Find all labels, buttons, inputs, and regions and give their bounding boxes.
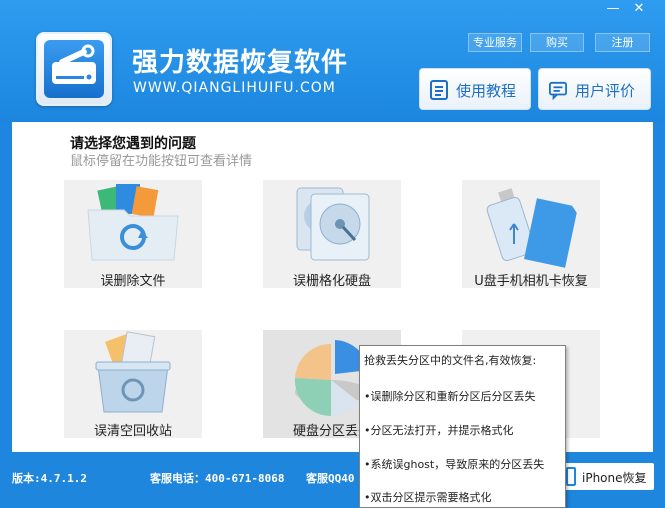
tile-recycle-bin[interactable]: 误清空回收站	[64, 330, 202, 439]
tooltip-line: •分区无法打开，并提示格式化	[364, 424, 514, 437]
tooltip-title: 抢救丢失分区中的文件名,有效恢复:	[364, 354, 537, 367]
tooltip-line: •系统误ghost，导致原来的分区丢失	[364, 458, 545, 471]
review-button-label: 用户评价	[575, 82, 636, 100]
partition-tooltip: 抢救丢失分区中的文件名,有效恢复: •误删除分区和重新分区后分区丢失 •分区无法…	[359, 345, 566, 508]
hard-disk-icon	[296, 187, 370, 261]
tooltip-line: •双击分区提示需要格式化	[364, 491, 492, 504]
minimize-button[interactable]: —	[602, 0, 624, 18]
header-bar: — ✕ 强力数据恢复软件 WWW.QIANGLIHUIFU.COM 专业服务 购…	[0, 0, 665, 122]
app-title: 强力数据恢复软件	[132, 48, 349, 78]
close-button[interactable]: ✕	[628, 0, 650, 18]
review-button[interactable]: 用户评价	[538, 68, 651, 110]
page-subheading: 鼠标停留在功能按钮可查看详情	[70, 154, 253, 169]
iphone-recovery-label: iPhone恢复	[582, 471, 647, 485]
phone-icon	[566, 467, 576, 486]
tutorial-button-label: 使用教程	[456, 82, 517, 100]
tile-formatted-disk[interactable]: 误栅格化硬盘	[263, 180, 401, 289]
hard-disk-wrench-icon	[52, 44, 96, 84]
tutorial-button[interactable]: 使用教程	[419, 68, 531, 110]
tooltip-line: •误删除分区和重新分区后分区丢失	[364, 390, 536, 403]
recycle-bin-icon	[95, 331, 171, 413]
tile-label: 误清空回收站	[93, 424, 172, 439]
folder-files-icon	[87, 184, 179, 261]
tile-label: 误栅格化硬盘	[292, 274, 371, 289]
service-phone: 客服电话：400-671-8068	[150, 472, 285, 485]
usb-sdcard-icon	[486, 188, 577, 268]
link-register[interactable]: 注册	[595, 33, 650, 52]
tile-usb-card[interactable]: U盘手机相机卡恢复	[462, 180, 600, 289]
version-text: 版本:4.7.1.2	[12, 472, 87, 485]
tile-deleted-files[interactable]: 误删除文件	[64, 180, 202, 289]
iphone-recovery-button[interactable]: iPhone恢复	[562, 463, 654, 490]
app-logo	[36, 32, 112, 106]
link-pro-service[interactable]: 专业服务	[468, 33, 522, 52]
document-icon	[430, 80, 448, 100]
link-buy[interactable]: 购买	[530, 33, 584, 52]
comment-icon	[549, 81, 567, 100]
tile-label: 误删除文件	[100, 274, 166, 289]
tile-label: U盘手机相机卡恢复	[474, 274, 588, 289]
app-url: WWW.QIANGLIHUIFU.COM	[133, 80, 336, 96]
service-qq: 客服QQ40	[306, 472, 355, 485]
